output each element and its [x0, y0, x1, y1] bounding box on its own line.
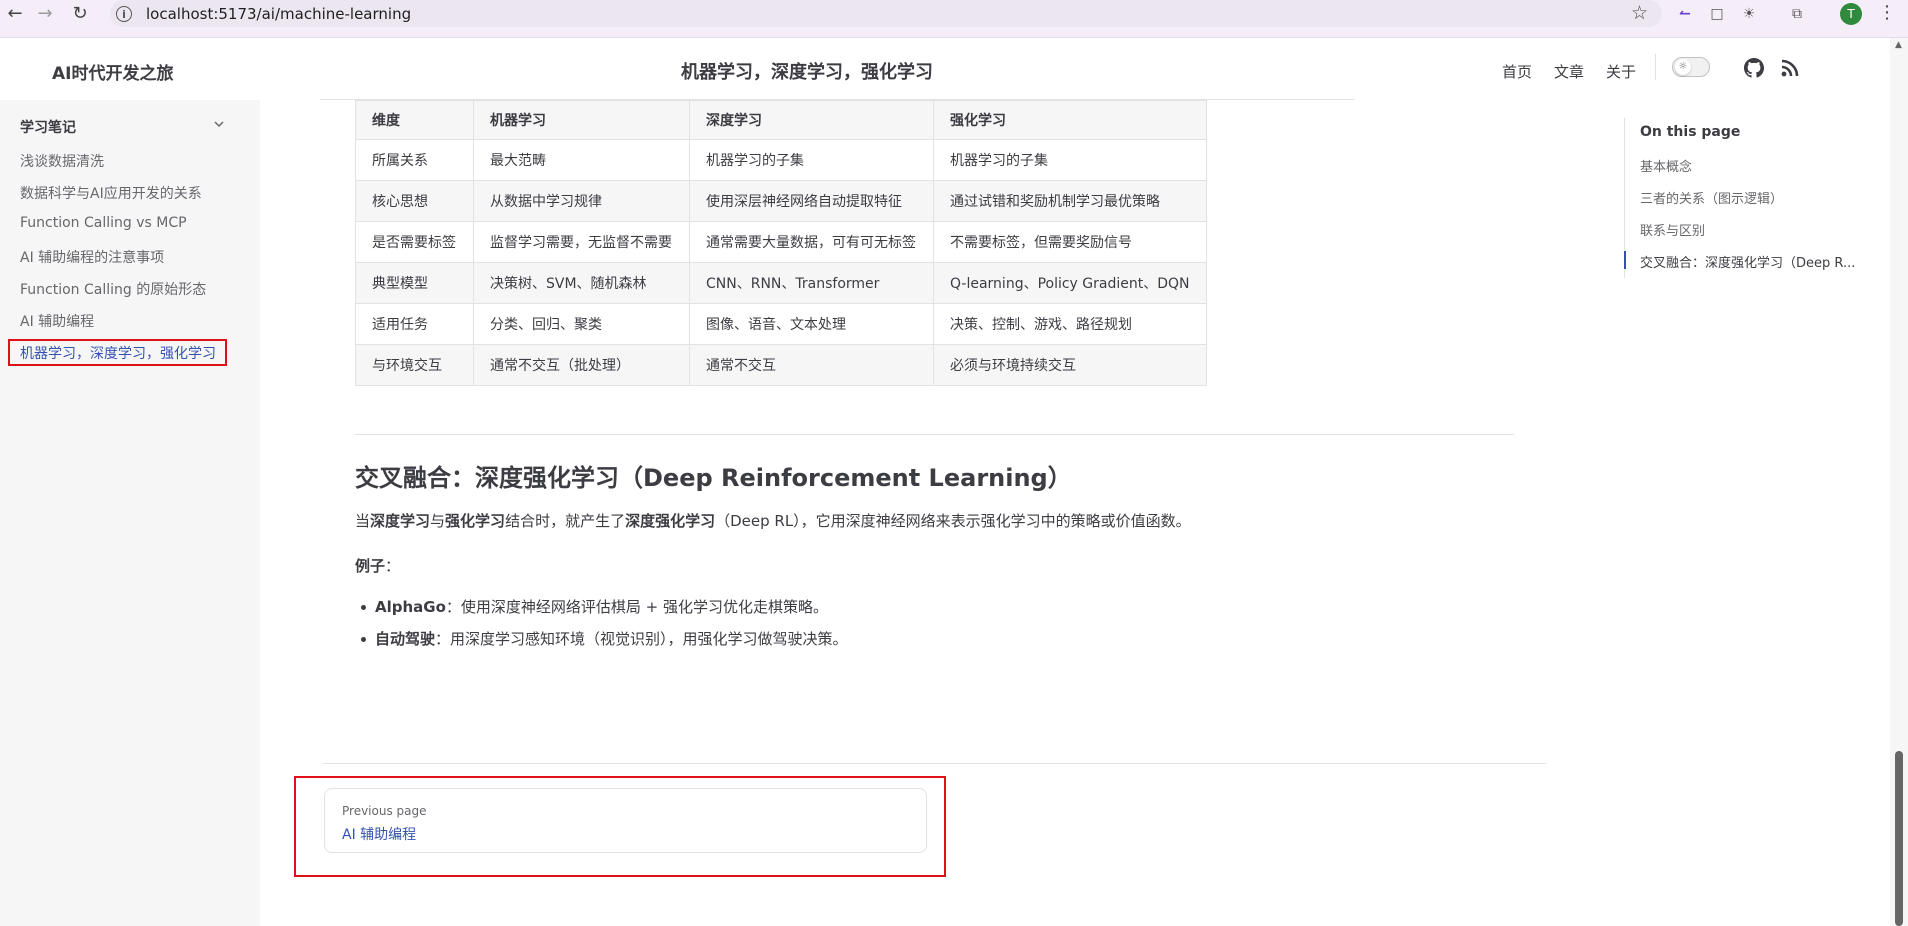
table-row: 典型模型 决策树、SVM、随机森林 CNN、RNN、Transformer Q-… [355, 262, 1207, 304]
rss-icon[interactable] [1780, 58, 1800, 78]
footer-divider [323, 763, 1546, 764]
table-cell: 所属关系 [355, 139, 474, 181]
nav-articles[interactable]: 文章 [1554, 61, 1584, 82]
table-cell: 决策、控制、游戏、路径规划 [933, 303, 1207, 345]
table-cell: 图像、语音、文本处理 [689, 303, 934, 345]
example-list: AlphaGo：使用深度神经网络评估棋局 + 强化学习优化走棋策略。 自动驾驶：… [355, 596, 848, 660]
table-cell: 通常不交互（批处理） [473, 344, 690, 386]
sidebar-item-function-calling-vs-mcp[interactable]: Function Calling vs MCP [20, 215, 187, 231]
table-cell: 不需要标签，但需要奖励信号 [933, 221, 1207, 263]
table-cell: 监督学习需要，无监督不需要 [473, 221, 690, 263]
browser-toolbar: ← → ↻ i localhost:5173/ai/machine-learni… [0, 0, 1908, 38]
comparison-table: 维度 机器学习 深度学习 强化学习 所属关系 最大范畴 机器学习的子集 机器学习… [355, 100, 1207, 386]
table-row: 是否需要标签 监督学习需要，无监督不需要 通常需要大量数据，可有可无标签 不需要… [355, 221, 1207, 263]
github-icon[interactable] [1744, 58, 1764, 78]
back-icon[interactable]: ← [0, 0, 30, 27]
table-cell: 最大范畴 [473, 139, 690, 181]
site-info-icon[interactable]: i [116, 5, 132, 22]
browser-menu-icon[interactable]: ⋮ [1878, 2, 1896, 23]
address-bar[interactable]: i localhost:5173/ai/machine-learning ☆ [110, 0, 1662, 27]
table-cell: 决策树、SVM、随机森林 [473, 262, 690, 304]
sidebar: 学习笔记 浅谈数据清洗 数据科学与AI应用开发的关系 Function Call… [0, 100, 260, 926]
outline-link[interactable]: 交叉融合：深度强化学习（Deep R... [1640, 252, 1855, 271]
chevron-down-icon[interactable] [212, 117, 226, 131]
scroll-up-icon[interactable]: ▲ [1895, 40, 1902, 50]
forward-icon[interactable]: → [30, 0, 60, 27]
outline-link[interactable]: 联系与区别 [1640, 220, 1705, 239]
table-header: 强化学习 [933, 100, 1207, 140]
outline-active-marker [1624, 251, 1626, 269]
url-text: localhost:5173/ai/machine-learning [146, 4, 412, 23]
sun-icon: ☼ [1675, 59, 1691, 75]
sidebar-item-function-calling-origin[interactable]: Function Calling 的原始形态 [20, 279, 206, 299]
example-label: 例子： [355, 557, 401, 575]
annotation-highlight-box [294, 776, 946, 877]
sidebar-item-ai-coding-notes[interactable]: AI 辅助编程的注意事项 [20, 247, 164, 267]
sidebar-item-ai-coding[interactable]: AI 辅助编程 [20, 311, 94, 331]
table-cell: 机器学习的子集 [933, 139, 1207, 181]
scrollbar[interactable]: ▲ [1890, 38, 1908, 926]
table-cell: 从数据中学习规律 [473, 180, 690, 222]
table-row: 适用任务 分类、回归、聚类 图像、语音、文本处理 决策、控制、游戏、路径规划 [355, 303, 1207, 345]
theme-toggle[interactable]: ☼ [1672, 57, 1710, 77]
list-item: AlphaGo：使用深度神经网络评估棋局 + 强化学习优化走棋策略。 [355, 596, 848, 628]
outline-title: On this page [1640, 124, 1741, 140]
table-cell: CNN、RNN、Transformer [689, 262, 934, 304]
site-title[interactable]: AI时代开发之旅 [52, 59, 173, 84]
bookmark-star-icon[interactable]: ☆ [1631, 2, 1648, 24]
table-cell: 适用任务 [355, 303, 474, 345]
table-cell: 通常不交互 [689, 344, 934, 386]
annotation-highlight-box [8, 339, 227, 366]
sidebar-item-data-cleaning[interactable]: 浅谈数据清洗 [20, 151, 104, 171]
nav-about[interactable]: 关于 [1606, 61, 1636, 82]
extension-icon[interactable]: □ [1706, 3, 1728, 25]
table-header-row: 维度 机器学习 深度学习 强化学习 [355, 100, 1207, 140]
section-divider [355, 434, 1514, 435]
profile-avatar[interactable]: T [1840, 3, 1862, 25]
table-cell: 是否需要标签 [355, 221, 474, 263]
table-cell: 核心思想 [355, 180, 474, 222]
table-cell: 通常需要大量数据，可有可无标签 [689, 221, 934, 263]
extension-icon[interactable]: ☀ [1738, 3, 1760, 25]
sidebar-group-title[interactable]: 学习笔记 [20, 117, 76, 137]
table-cell: 分类、回归、聚类 [473, 303, 690, 345]
table-cell: 必须与环境持续交互 [933, 344, 1207, 386]
table-row: 核心思想 从数据中学习规律 使用深层神经网络自动提取特征 通过试错和奖励机制学习… [355, 180, 1207, 222]
table-cell: 机器学习的子集 [689, 139, 934, 181]
list-item: 自动驾驶：用深度学习感知环境（视觉识别），用强化学习做驾驶决策。 [355, 628, 848, 660]
section-paragraph: 当深度学习与强化学习结合时，就产生了深度强化学习（Deep RL），它用深度神经… [355, 512, 1191, 530]
table-cell: 与环境交互 [355, 344, 474, 386]
table-header: 深度学习 [689, 100, 934, 140]
nav-divider [1655, 54, 1656, 80]
table-cell: 典型模型 [355, 262, 474, 304]
scrollbar-thumb[interactable] [1895, 751, 1903, 926]
section-heading: 交叉融合：深度强化学习（Deep Reinforcement Learning） [355, 464, 1072, 492]
nav-home[interactable]: 首页 [1502, 61, 1532, 82]
site-header: AI时代开发之旅 机器学习，深度学习，强化学习 首页 文章 关于 ☼ [0, 38, 1890, 100]
sidebar-item-data-science[interactable]: 数据科学与AI应用开发的关系 [20, 183, 202, 203]
table-cell: 使用深层神经网络自动提取特征 [689, 180, 934, 222]
table-row: 所属关系 最大范畴 机器学习的子集 机器学习的子集 [355, 139, 1207, 181]
table-cell: 通过试错和奖励机制学习最优策略 [933, 180, 1207, 222]
table-header: 维度 [355, 100, 474, 140]
outline-link[interactable]: 基本概念 [1640, 156, 1692, 175]
reload-icon[interactable]: ↻ [65, 0, 95, 27]
extensions-puzzle-icon[interactable]: ⧉ [1786, 3, 1808, 25]
outline-link[interactable]: 三者的关系（图示逻辑） [1640, 188, 1783, 207]
table-cell: Q-learning、Policy Gradient、DQN [933, 262, 1207, 304]
page-title: 机器学习，深度学习，强化学习 [681, 62, 933, 83]
table-row: 与环境交互 通常不交互（批处理） 通常不交互 必须与环境持续交互 [355, 344, 1207, 386]
table-header: 机器学习 [473, 100, 690, 140]
extension-icon[interactable]: ↼ [1674, 3, 1696, 25]
